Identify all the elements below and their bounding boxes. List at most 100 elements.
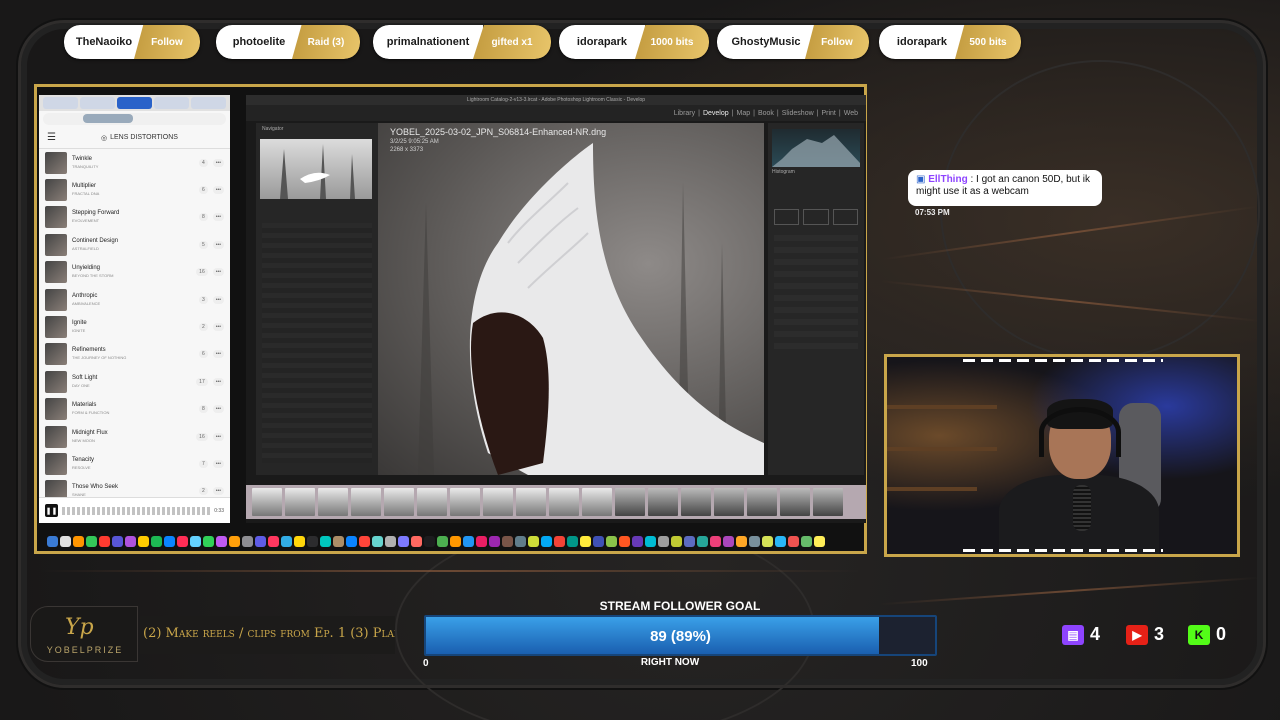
dock-app-icon[interactable]: [801, 535, 812, 547]
browser-tabs[interactable]: [39, 95, 230, 111]
mask-button[interactable]: [803, 209, 829, 225]
presets-list[interactable]: [262, 223, 372, 463]
dock-app-icon[interactable]: [645, 535, 656, 547]
dock-app-icon[interactable]: [281, 535, 292, 547]
dock-app-icon[interactable]: [658, 535, 669, 547]
hamburger-menu-icon[interactable]: ☰: [47, 132, 56, 143]
dock-app-icon[interactable]: [411, 535, 422, 547]
film-thumbnail[interactable]: [351, 488, 381, 516]
film-thumbnail[interactable]: [780, 488, 810, 516]
dock-app-icon[interactable]: [307, 535, 318, 547]
more-icon[interactable]: •••: [212, 295, 224, 304]
film-thumbnail[interactable]: [714, 488, 744, 516]
dock-app-icon[interactable]: [528, 535, 539, 547]
waveform[interactable]: [62, 506, 211, 515]
dock-app-icon[interactable]: [138, 535, 149, 547]
dock-app-icon[interactable]: [502, 535, 513, 547]
dock-app-icon[interactable]: [242, 535, 253, 547]
browser-tab[interactable]: [80, 97, 115, 109]
list-item[interactable]: Soft Light day one 17 •••: [39, 368, 230, 395]
dock-app-icon[interactable]: [697, 535, 708, 547]
film-thumbnail[interactable]: [813, 488, 843, 516]
film-thumbnail[interactable]: [549, 488, 579, 516]
dock-app-icon[interactable]: [229, 535, 240, 547]
more-icon[interactable]: •••: [212, 158, 224, 167]
module-develop[interactable]: Develop: [703, 110, 729, 117]
dock-app-icon[interactable]: [476, 535, 487, 547]
dock-app-icon[interactable]: [112, 535, 123, 547]
list-item[interactable]: Refinements the journey of nothing 6 •••: [39, 341, 230, 368]
module-book[interactable]: Book: [758, 110, 774, 117]
dock-app-icon[interactable]: [671, 535, 682, 547]
dock-app-icon[interactable]: [437, 535, 448, 547]
film-thumbnail[interactable]: [648, 488, 678, 516]
dock-app-icon[interactable]: [255, 535, 266, 547]
develop-settings[interactable]: [774, 235, 858, 355]
dock-app-icon[interactable]: [99, 535, 110, 547]
film-thumbnail[interactable]: [681, 488, 711, 516]
mask-button[interactable]: [832, 209, 858, 225]
film-thumbnail[interactable]: [582, 488, 612, 516]
dock-app-icon[interactable]: [125, 535, 136, 547]
dock-app-icon[interactable]: [606, 535, 617, 547]
dock-app-icon[interactable]: [164, 535, 175, 547]
dock-app-icon[interactable]: [320, 535, 331, 547]
dock-app-icon[interactable]: [567, 535, 578, 547]
film-thumbnail[interactable]: [483, 488, 513, 516]
dock-app-icon[interactable]: [190, 535, 201, 547]
navigator-thumbnail[interactable]: [260, 139, 372, 199]
mask-button[interactable]: [774, 209, 800, 225]
list-item[interactable]: Materials form & function 8 •••: [39, 396, 230, 423]
dock-app-icon[interactable]: [463, 535, 474, 547]
film-thumbnail[interactable]: [318, 488, 348, 516]
film-thumbnail[interactable]: [384, 488, 414, 516]
module-map[interactable]: Map: [736, 110, 750, 117]
dock-app-icon[interactable]: [203, 535, 214, 547]
list-item[interactable]: Unyielding beyond the storm 16 •••: [39, 259, 230, 286]
film-thumbnail[interactable]: [450, 488, 480, 516]
dock-app-icon[interactable]: [450, 535, 461, 547]
dock-app-icon[interactable]: [554, 535, 565, 547]
list-item[interactable]: Multiplier fractal dna 6 •••: [39, 176, 230, 203]
dock-app-icon[interactable]: [151, 535, 162, 547]
more-icon[interactable]: •••: [212, 377, 224, 386]
dock-app-icon[interactable]: [268, 535, 279, 547]
dock-app-icon[interactable]: [385, 535, 396, 547]
dock-app-icon[interactable]: [372, 535, 383, 547]
dock-app-icon[interactable]: [749, 535, 760, 547]
more-icon[interactable]: •••: [212, 240, 224, 249]
film-thumbnail[interactable]: [252, 488, 282, 516]
film-thumbnail[interactable]: [417, 488, 447, 516]
dock-app-icon[interactable]: [580, 535, 591, 547]
pause-button[interactable]: ❚❚: [45, 504, 58, 517]
list-item[interactable]: Twinkle tranquility 4 •••: [39, 149, 230, 176]
film-thumbnail[interactable]: [747, 488, 777, 516]
module-slideshow[interactable]: Slideshow: [782, 110, 814, 117]
dock-app-icon[interactable]: [333, 535, 344, 547]
dock-app-icon[interactable]: [541, 535, 552, 547]
dock-app-icon[interactable]: [632, 535, 643, 547]
more-icon[interactable]: •••: [212, 213, 224, 222]
address-bar[interactable]: [43, 113, 226, 125]
module-print[interactable]: Print: [821, 110, 835, 117]
dock-app-icon[interactable]: [710, 535, 721, 547]
list-item[interactable]: Continent Design astralfield 5 •••: [39, 231, 230, 258]
dock-app-icon[interactable]: [788, 535, 799, 547]
dock-app-icon[interactable]: [515, 535, 526, 547]
list-item[interactable]: Midnight Flux new moon 16 •••: [39, 423, 230, 450]
dock-app-icon[interactable]: [736, 535, 747, 547]
browser-tab[interactable]: [191, 97, 226, 109]
dock-app-icon[interactable]: [294, 535, 305, 547]
dock-app-icon[interactable]: [398, 535, 409, 547]
film-thumbnail[interactable]: [285, 488, 315, 516]
more-icon[interactable]: •••: [212, 323, 224, 332]
dock-app-icon[interactable]: [86, 535, 97, 547]
list-item[interactable]: Stepping Forward evolvement 8 •••: [39, 204, 230, 231]
more-icon[interactable]: •••: [212, 432, 224, 441]
dock-app-icon[interactable]: [489, 535, 500, 547]
dock-app-icon[interactable]: [177, 535, 188, 547]
dock-app-icon[interactable]: [359, 535, 370, 547]
dock-app-icon[interactable]: [684, 535, 695, 547]
more-icon[interactable]: •••: [212, 268, 224, 277]
list-item[interactable]: Anthropic ambivalence 3 •••: [39, 286, 230, 313]
